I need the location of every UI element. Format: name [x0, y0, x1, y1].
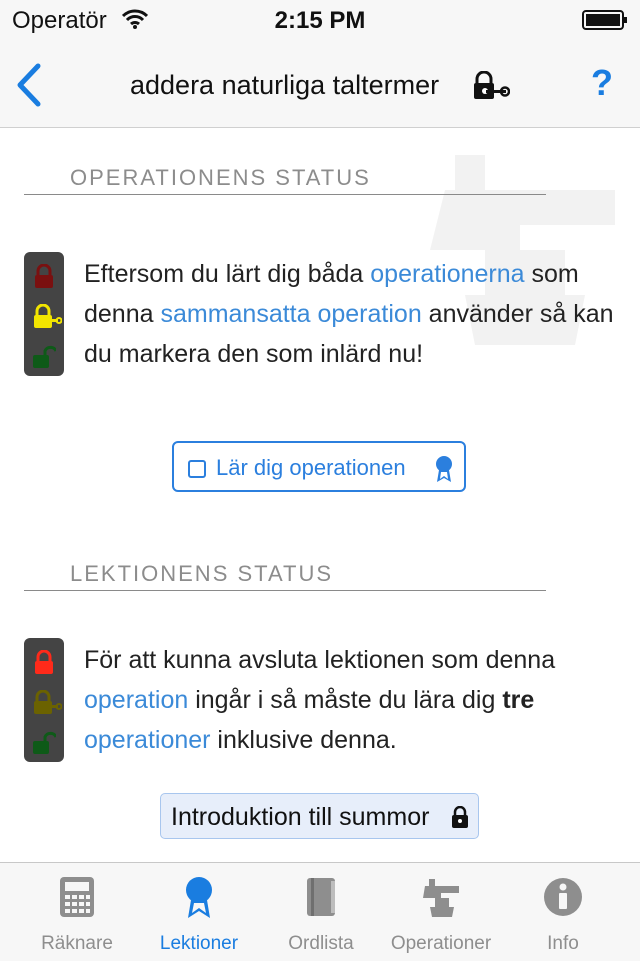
tab-label: Info	[547, 933, 579, 954]
book-icon	[307, 878, 335, 916]
lock-closed-red-icon	[35, 650, 53, 674]
page-title: addera naturliga taltermer	[130, 70, 440, 100]
lesson-status-text: För att kunna avsluta lektionen som denn…	[84, 640, 624, 760]
text-segment: ingår i så måste du lära dig	[188, 686, 503, 714]
help-button[interactable]: ?	[584, 62, 620, 104]
lock-key-yellow-icon	[34, 690, 62, 714]
tab-info[interactable]: Info	[499, 863, 627, 961]
operation-link[interactable]: operation	[84, 686, 188, 714]
learn-operation-button[interactable]: Lär dig operationen	[172, 441, 466, 492]
text-segment: Eftersom du lärt dig båda	[84, 260, 371, 288]
lesson-status-header: LEKTIONENS STATUS	[24, 556, 546, 591]
lock-open-green-icon	[33, 731, 56, 754]
tab-label: Räknare	[41, 933, 113, 954]
tab-label: Lektioner	[159, 933, 239, 954]
tab-label: Ordlista	[288, 933, 354, 954]
operation-status-header: OPERATIONENS STATUS	[24, 160, 546, 195]
operations-link[interactable]: operationer	[84, 726, 210, 754]
navigation-bar: addera naturliga taltermer ?	[0, 40, 640, 128]
lesson-button[interactable]: Introduktion till summor	[160, 793, 479, 839]
anvil-icon	[423, 879, 459, 917]
operation-status-title: OPERATIONENS STATUS	[70, 165, 371, 190]
tab-ordlista[interactable]: Ordlista	[257, 863, 385, 961]
lock-key-icon	[474, 71, 510, 99]
traffic-light-lesson	[24, 638, 64, 762]
operation-status-text: Eftersom du lärt dig båda operationerna …	[84, 254, 624, 374]
lesson-button-label: Introduktion till summor	[171, 803, 430, 831]
count-emphasis: tre	[502, 686, 535, 714]
compound-operation-link[interactable]: sammansatta operation	[160, 300, 421, 328]
battery-icon	[582, 10, 627, 30]
back-chevron-icon[interactable]	[10, 62, 50, 108]
tab-bar: Räknare Lektioner Ordlista Operationer I…	[0, 862, 640, 961]
learn-operation-label: Lär dig operationen	[216, 455, 406, 480]
learn-checkbox[interactable]	[188, 460, 206, 478]
lock-open-green-icon	[33, 345, 56, 368]
tab-raknare[interactable]: Räknare	[13, 863, 141, 961]
text-segment: För att kunna avsluta lektionen som denn…	[84, 646, 556, 674]
operations-link[interactable]: operationerna	[370, 260, 524, 288]
tab-label: Operationer	[390, 933, 492, 954]
clock: 2:15 PM	[274, 7, 366, 34]
traffic-light-operation	[24, 252, 64, 376]
lock-closed-red-icon	[35, 264, 53, 288]
lock-key-yellow-icon	[34, 304, 62, 328]
text-segment: inklusive denna.	[210, 726, 397, 754]
calculator-icon	[60, 877, 94, 917]
tab-lektioner[interactable]: Lektioner	[135, 863, 263, 961]
ribbon-icon	[186, 877, 212, 918]
info-icon	[544, 878, 582, 916]
tab-operationer[interactable]: Operationer	[377, 863, 505, 961]
lock-icon	[452, 806, 468, 828]
status-bar: Operatör 2:15 PM	[0, 0, 640, 40]
ribbon-icon	[436, 456, 452, 482]
lesson-status-title: LEKTIONENS STATUS	[70, 561, 334, 586]
